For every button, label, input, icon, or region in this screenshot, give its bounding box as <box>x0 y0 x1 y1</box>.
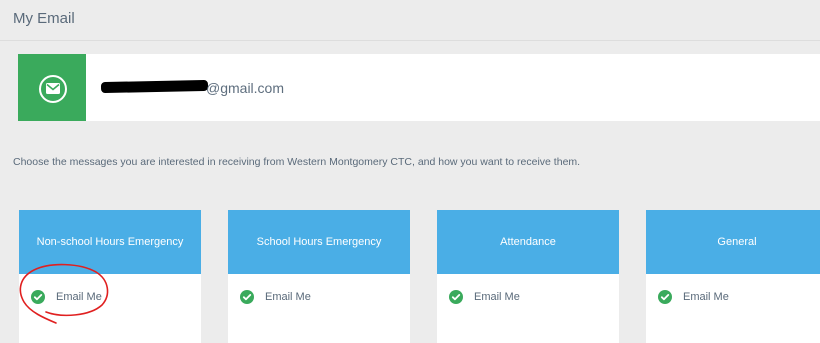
email-address: @gmail.com <box>206 80 285 96</box>
page-title: My Email <box>13 10 75 27</box>
instructions-text: Choose the messages you are interested i… <box>13 156 581 168</box>
category-card-general: General Email Me <box>646 210 820 343</box>
check-circle-icon <box>31 290 45 304</box>
category-title: School Hours Emergency <box>228 210 410 274</box>
category-title: General <box>646 210 820 274</box>
category-title: Attendance <box>437 210 619 274</box>
check-circle-icon <box>240 290 254 304</box>
email-me-option[interactable]: Email Me <box>240 290 311 304</box>
email-me-option[interactable]: Email Me <box>31 290 102 304</box>
check-circle-icon <box>658 290 672 304</box>
email-me-label: Email Me <box>265 291 311 303</box>
email-icon-box <box>18 54 86 121</box>
page-header: My Email <box>0 0 820 41</box>
category-card-non-school-hours-emergency: Non-school Hours Emergency Email Me <box>19 210 201 343</box>
redaction-mark <box>100 79 209 94</box>
envelope-icon <box>39 75 67 103</box>
category-card-attendance: Attendance Email Me <box>437 210 619 343</box>
check-circle-icon <box>449 290 463 304</box>
category-title: Non-school Hours Emergency <box>19 210 201 274</box>
email-me-option[interactable]: Email Me <box>449 290 520 304</box>
email-me-label: Email Me <box>56 291 102 303</box>
email-me-option[interactable]: Email Me <box>658 290 729 304</box>
category-card-school-hours-emergency: School Hours Emergency Email Me <box>228 210 410 343</box>
email-me-label: Email Me <box>683 291 729 303</box>
email-me-label: Email Me <box>474 291 520 303</box>
